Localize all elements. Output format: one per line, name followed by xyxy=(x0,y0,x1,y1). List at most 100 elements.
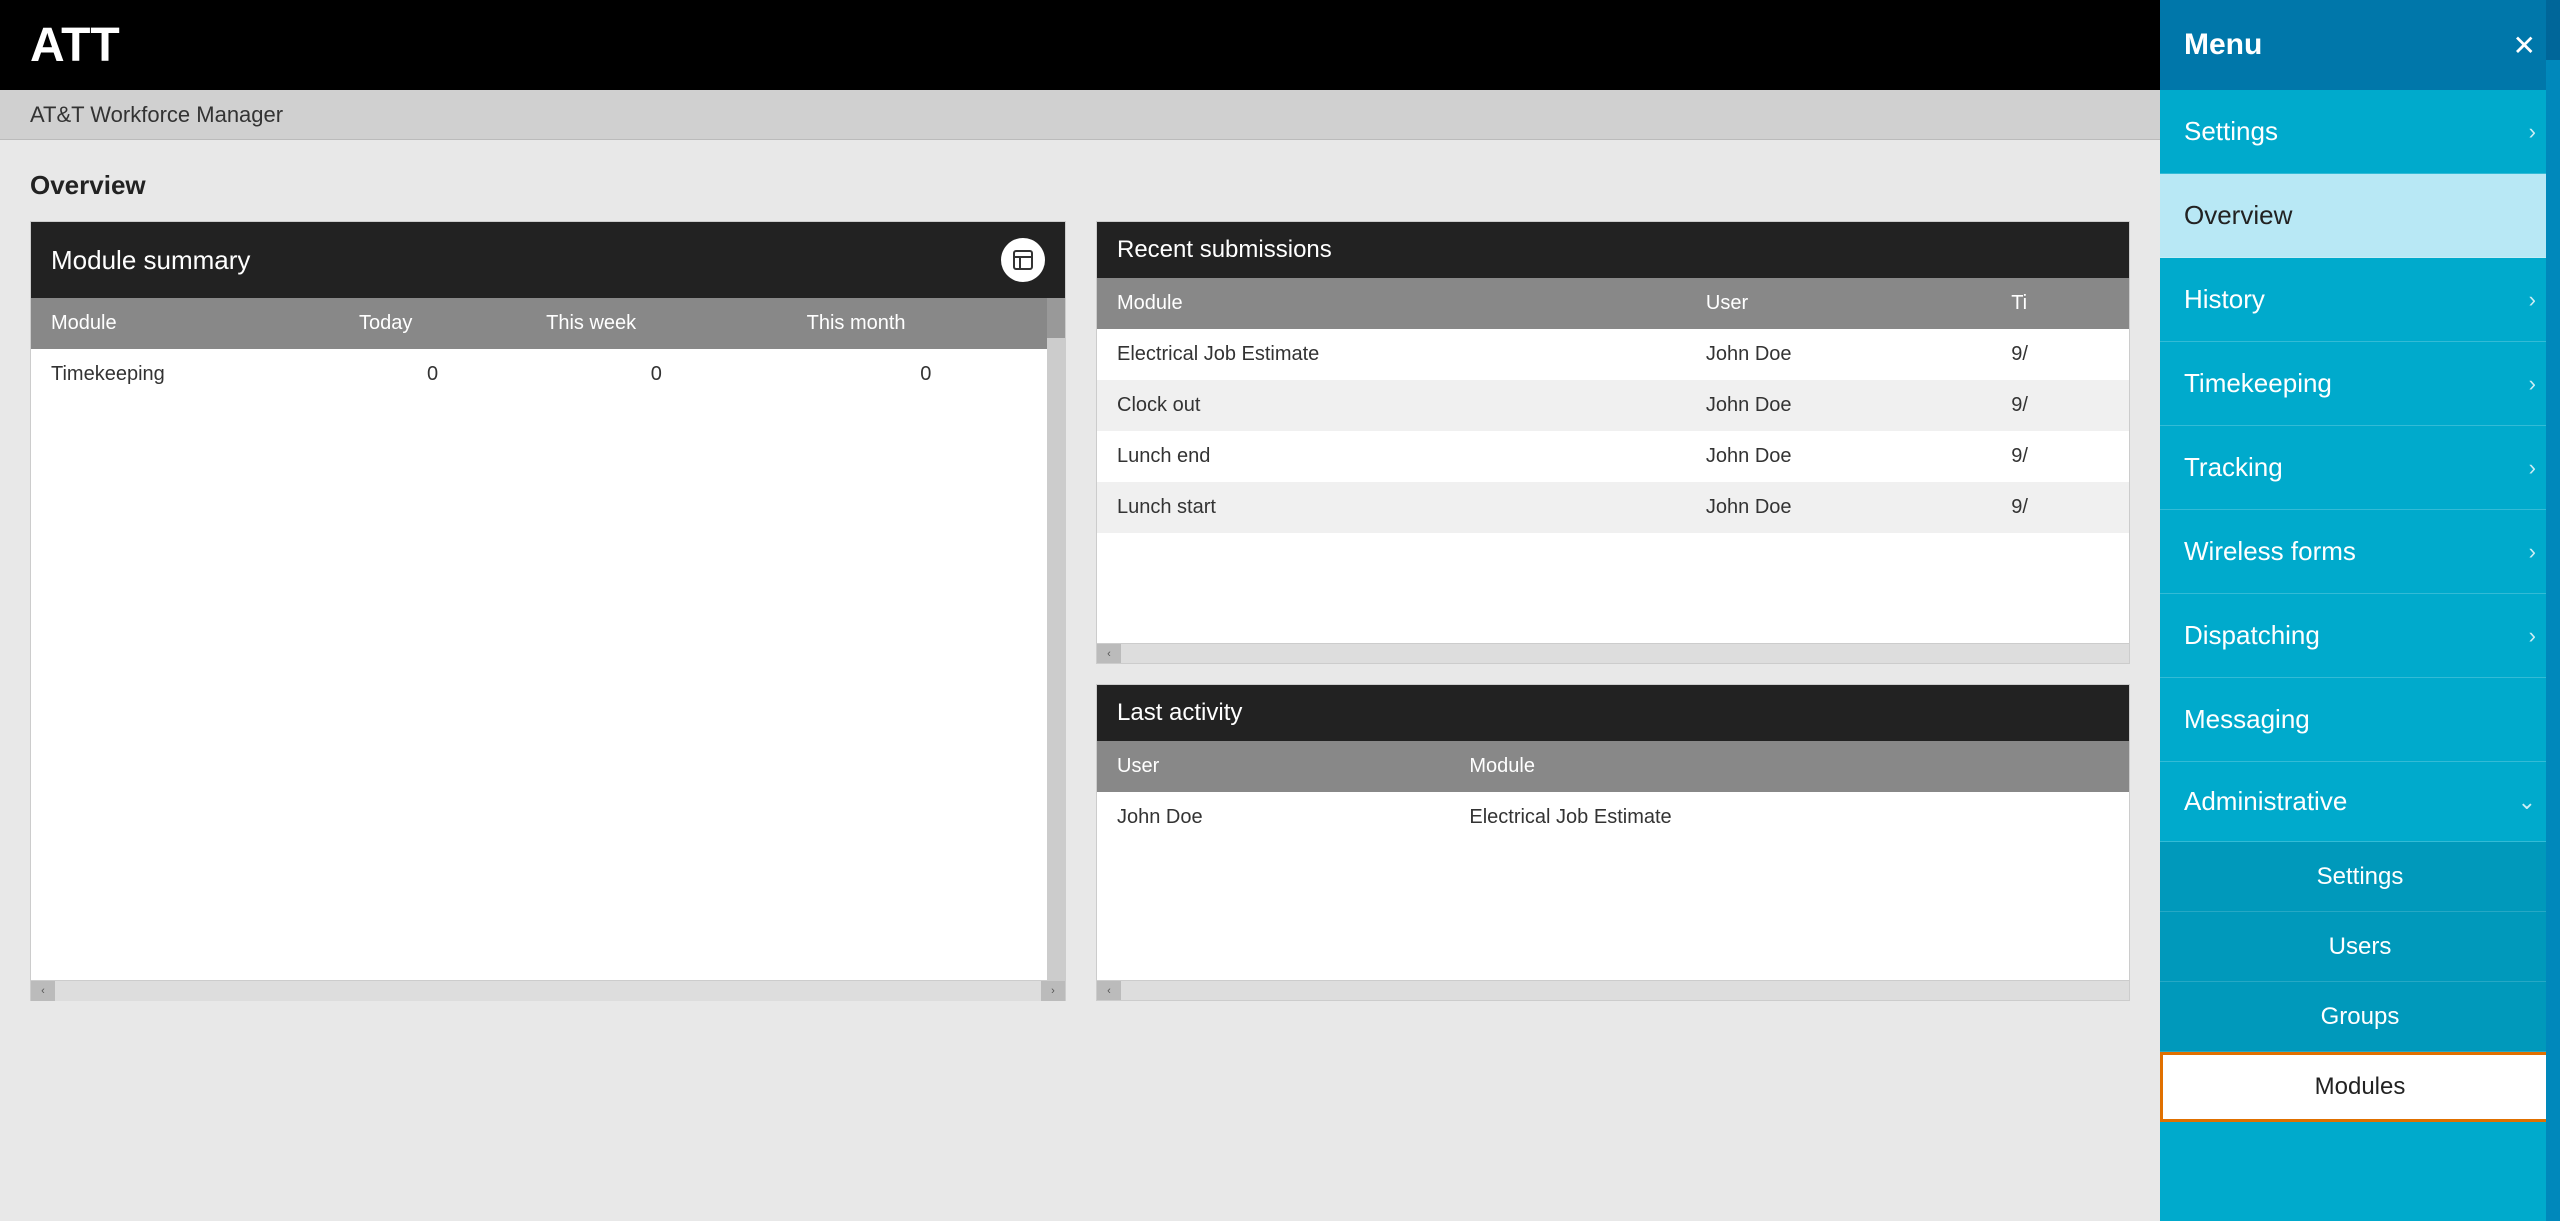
panels-row: Module summary Module Today This xyxy=(30,221,2130,1001)
sidebar-item-administrative[interactable]: Administrative ⌄ xyxy=(2160,762,2560,842)
v-scrollbar[interactable] xyxy=(1047,298,1065,980)
col-module: Module xyxy=(31,298,339,349)
sidebar-item-timekeeping[interactable]: Timekeeping › xyxy=(2160,342,2560,426)
month-cell: 0 xyxy=(787,349,1065,400)
col-this-week: This week xyxy=(526,298,787,349)
last-activity-table: User Module John Doe Electrical Job Esti… xyxy=(1097,741,2129,843)
sidebar-label-tracking: Tracking xyxy=(2184,452,2283,483)
sidebar-label-wireless-forms: Wireless forms xyxy=(2184,536,2356,567)
la-module-cell: Electrical Job Estimate xyxy=(1449,792,2129,843)
sidebar-close-button[interactable]: ✕ xyxy=(2513,29,2536,62)
last-activity-header: Last activity xyxy=(1097,685,2129,741)
recent-submissions-header: Recent submissions xyxy=(1097,222,2129,278)
rs-col-time: Ti xyxy=(1991,278,2129,329)
rs-module-cell: Lunch end xyxy=(1097,431,1686,482)
app-subtitle: AT&T Workforce Manager xyxy=(30,102,283,128)
la-user-cell: John Doe xyxy=(1097,792,1449,843)
sidebar-label-history: History xyxy=(2184,284,2265,315)
sidebar-item-settings-top[interactable]: Settings › xyxy=(2160,90,2560,174)
sidebar-scroll-thumb xyxy=(2546,0,2560,60)
week-cell: 0 xyxy=(526,349,787,400)
module-summary-table-container: Module Today This week This month Timeke… xyxy=(31,298,1065,980)
sidebar-menu-title: Menu xyxy=(2184,28,2262,62)
sidebar-item-admin-settings[interactable]: Settings xyxy=(2160,842,2560,912)
sidebar-item-users[interactable]: Users xyxy=(2160,912,2560,982)
recent-submissions-table: Module User Ti Electrical Job Estimate J… xyxy=(1097,278,2129,533)
sidebar-item-overview[interactable]: Overview xyxy=(2160,174,2560,258)
col-this-month: This month xyxy=(787,298,1065,349)
overview-title: Overview xyxy=(30,170,2130,201)
module-summary-panel: Module summary Module Today This xyxy=(30,221,1066,1001)
table-row: Electrical Job Estimate John Doe 9/ xyxy=(1097,329,2129,380)
la-col-module: Module xyxy=(1449,741,2129,792)
scroll-right-arrow[interactable]: › xyxy=(1041,981,1065,1001)
table-row: John Doe Electrical Job Estimate xyxy=(1097,792,2129,843)
recent-submissions-table-container: Module User Ti Electrical Job Estimate J… xyxy=(1097,278,2129,643)
sidebar-scrollbar[interactable] xyxy=(2546,0,2560,1221)
sidebar-item-messaging[interactable]: Messaging xyxy=(2160,678,2560,762)
last-activity-header-row: User Module xyxy=(1097,741,2129,792)
sidebar-header: Menu ✕ xyxy=(2160,0,2560,90)
table-row: Clock out John Doe 9/ xyxy=(1097,380,2129,431)
last-activity-panel: Last activity User Module John Doe xyxy=(1096,684,2130,1001)
module-summary-icon[interactable] xyxy=(1001,238,1045,282)
chevron-right-icon-dispatching: › xyxy=(2529,623,2536,649)
recent-header-row: Module User Ti xyxy=(1097,278,2129,329)
module-summary-table: Module Today This week This month Timeke… xyxy=(31,298,1065,400)
sidebar-label-settings-top: Settings xyxy=(2184,116,2278,147)
module-summary-header: Module summary xyxy=(31,222,1065,298)
recent-scroll-track xyxy=(1121,644,2129,664)
sidebar-item-history[interactable]: History › xyxy=(2160,258,2560,342)
rs-col-user: User xyxy=(1686,278,1991,329)
sidebar-label-groups: Groups xyxy=(2321,1003,2400,1031)
rs-module-cell: Electrical Job Estimate xyxy=(1097,329,1686,380)
sidebar-label-messaging: Messaging xyxy=(2184,704,2310,735)
chevron-right-icon-wireless: › xyxy=(2529,539,2536,565)
chevron-right-icon: › xyxy=(2529,119,2536,145)
chevron-right-icon-tracking: › xyxy=(2529,455,2536,481)
rs-user-cell: John Doe xyxy=(1686,431,1991,482)
sidebar-item-tracking[interactable]: Tracking › xyxy=(2160,426,2560,510)
rs-time-cell: 9/ xyxy=(1991,431,2129,482)
sidebar-item-modules[interactable]: Modules xyxy=(2160,1052,2560,1122)
table-row: Lunch end John Doe 9/ xyxy=(1097,431,2129,482)
la-scroll-track xyxy=(1121,981,2129,1001)
recent-submissions-panel: Recent submissions Module User Ti xyxy=(1096,221,2130,664)
sidebar-label-users: Users xyxy=(2329,933,2392,961)
right-panels: Recent submissions Module User Ti xyxy=(1096,221,2130,1001)
sidebar-item-dispatching[interactable]: Dispatching › xyxy=(2160,594,2560,678)
chevron-right-icon-timekeeping: › xyxy=(2529,371,2536,397)
col-today: Today xyxy=(339,298,526,349)
table-row: Timekeeping 0 0 0 xyxy=(31,349,1065,400)
last-activity-table-container: User Module John Doe Electrical Job Esti… xyxy=(1097,741,2129,980)
rs-module-cell: Lunch start xyxy=(1097,482,1686,533)
recent-scroll-left[interactable]: ‹ xyxy=(1097,644,1121,664)
sidebar-label-timekeeping: Timekeeping xyxy=(2184,368,2332,399)
sidebar-label-overview: Overview xyxy=(2184,200,2292,231)
rs-time-cell: 9/ xyxy=(1991,380,2129,431)
chevron-down-icon: ⌄ xyxy=(2518,789,2536,815)
rs-user-cell: John Doe xyxy=(1686,329,1991,380)
scroll-left-arrow[interactable]: ‹ xyxy=(31,981,55,1001)
recent-h-scroll: ‹ xyxy=(1097,643,2129,663)
today-cell: 0 xyxy=(339,349,526,400)
module-summary-header-row: Module Today This week This month xyxy=(31,298,1065,349)
v-scroll-thumb xyxy=(1047,298,1065,338)
sidebar-label-administrative: Administrative xyxy=(2184,786,2347,817)
sidebar-item-groups[interactable]: Groups xyxy=(2160,982,2560,1052)
sidebar-label-admin-settings: Settings xyxy=(2317,863,2404,891)
last-activity-title: Last activity xyxy=(1117,699,1242,726)
h-scroll-bar: ‹ › xyxy=(31,980,1065,1000)
rs-user-cell: John Doe xyxy=(1686,482,1991,533)
sidebar-label-dispatching: Dispatching xyxy=(2184,620,2320,651)
chevron-right-icon-history: › xyxy=(2529,287,2536,313)
la-scroll-left[interactable]: ‹ xyxy=(1097,981,1121,1001)
la-col-user: User xyxy=(1097,741,1449,792)
scroll-track xyxy=(55,981,1041,1001)
main-content: Overview Module summary Module xyxy=(0,140,2160,1221)
sidebar-label-modules: Modules xyxy=(2315,1073,2406,1101)
rs-col-module: Module xyxy=(1097,278,1686,329)
sidebar-item-wireless-forms[interactable]: Wireless forms › xyxy=(2160,510,2560,594)
module-name-cell: Timekeeping xyxy=(31,349,339,400)
rs-module-cell: Clock out xyxy=(1097,380,1686,431)
